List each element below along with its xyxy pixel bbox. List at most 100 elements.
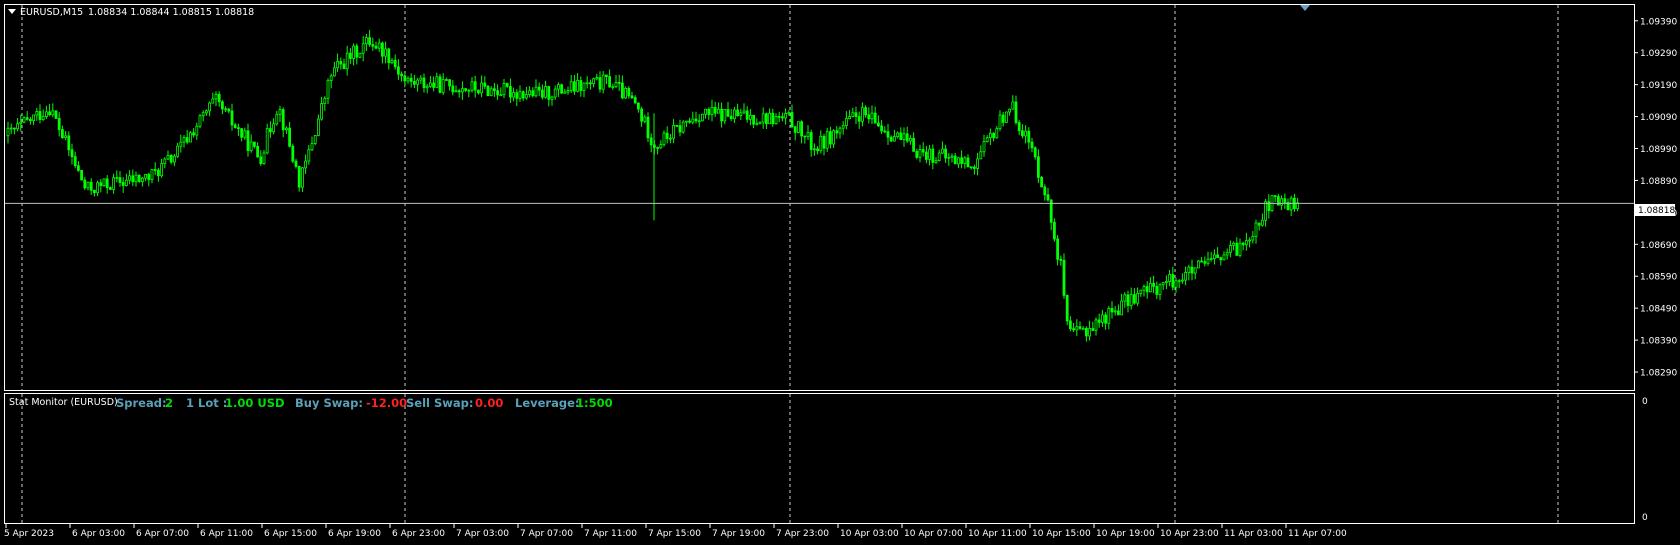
candle-body [156,169,160,177]
candle-body [1001,114,1005,123]
time-axis-label: 6 Apr 07:00 [136,529,189,539]
candle-body [262,152,266,164]
candle-body [137,174,141,182]
candle-body [1008,108,1011,113]
candle-body [185,137,189,143]
candle-body [278,109,282,115]
candle-body [35,111,39,116]
time-axis-label: 10 Apr 19:00 [1096,529,1155,539]
candle-body [460,88,464,93]
price-axis-label: 1.08890 [1640,177,1677,187]
candle-body [236,127,240,130]
candle-body [1206,258,1210,264]
candle-body [944,148,947,159]
candle-body [1069,320,1072,330]
candle-body [1110,308,1114,313]
time-axis-label: 5 Apr 2023 [4,529,54,539]
candle-body [172,155,176,163]
candle-body [134,174,138,183]
candle-body [553,88,557,98]
candle-body [803,135,807,138]
candle-body [387,48,391,64]
candle-body [313,135,317,144]
candle-body [902,133,906,140]
time-axis-label: 11 Apr 07:00 [1288,529,1347,539]
time-axis-label: 10 Apr 15:00 [1032,529,1091,539]
candle-body [1078,326,1082,329]
candle-body [179,141,183,147]
candle-body [934,160,938,163]
price-axis-label: 1.08690 [1640,241,1677,251]
candle-body [960,157,963,164]
candle-body [845,118,848,126]
candle-body [950,155,954,158]
candle-body [1232,242,1235,246]
candle-body [768,112,771,125]
time-axis-label: 10 Apr 03:00 [840,529,899,539]
candle-body [550,96,554,100]
candle-body [931,148,935,163]
candle-body [93,189,96,194]
candle-body [873,112,877,124]
candle-body [614,81,618,88]
time-axis-label: 11 Apr 03:00 [1224,529,1283,539]
candle-body [176,145,180,157]
candle-body [352,45,356,59]
candle-body [601,74,605,90]
candle-body [54,110,58,119]
candle-body [701,113,704,122]
candle-body [771,112,775,125]
candle-body [339,61,343,65]
candle-body [678,125,682,133]
candle-body [864,107,867,116]
candle-body [787,112,791,114]
candle-body [125,179,128,186]
candle-body [188,132,192,143]
candle-body [368,37,372,45]
candle-body [515,92,519,99]
candle-body [249,141,253,151]
candle-body [105,178,109,189]
candle-body [166,155,170,160]
candle-body [755,122,759,125]
chart-window[interactable]: EURUSD,M15 1.08834 1.08844 1.08815 1.088… [0,0,1680,545]
candle-body [1037,156,1040,178]
candle-body [1193,267,1197,274]
candle-body [518,91,522,99]
candle-body [80,169,83,181]
candle-body [832,130,835,145]
candle-body [1088,328,1091,337]
candle-body [694,118,698,122]
candle-body [115,177,119,180]
candle-body [749,114,752,120]
candle-body [1187,266,1191,273]
time-axis-label: 10 Apr 07:00 [904,529,963,539]
candle-body [1245,240,1248,246]
candle-body [163,158,167,164]
candle-body [1251,235,1255,241]
candle-body [969,166,973,169]
candle-body [643,116,647,122]
candle-body [243,130,247,138]
price-axis-label: 1.09190 [1640,81,1677,91]
candle-body [883,130,887,133]
candle-body [560,84,563,94]
price-axis-label: 1.08590 [1640,273,1677,283]
candle-body [1075,326,1079,331]
candle-body [1197,260,1200,269]
candle-body [637,102,640,110]
candle-body [685,120,688,123]
candle-body [281,109,285,131]
candle-body [374,45,378,49]
candle-body [1209,258,1213,260]
indicator-subwindow-frame [4,393,1635,524]
candle-body [19,121,23,125]
candle-body [272,123,276,133]
candle-body [195,125,199,136]
candle-body [470,81,474,91]
candle-body [835,130,839,134]
candle-body [489,88,493,97]
time-axis-label: 7 Apr 07:00 [520,529,573,539]
candle-body [316,118,320,136]
candle-body [1136,293,1139,304]
